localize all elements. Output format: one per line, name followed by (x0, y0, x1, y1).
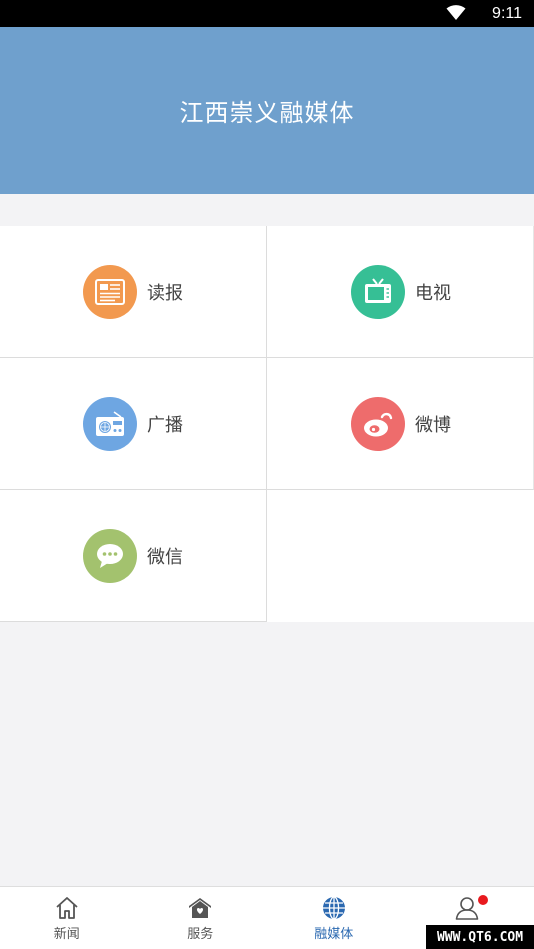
tv-icon (351, 264, 405, 319)
grid-item-label: 广播 (147, 414, 183, 436)
tab-label: 融媒体 (314, 927, 354, 942)
grid-item-label: 微博 (415, 414, 451, 436)
grid-item-tv[interactable]: 电视 (267, 226, 534, 358)
media-grid: 读报 电视 广播 微博 微信 (0, 226, 534, 622)
grid-item-label: 微信 (147, 546, 183, 568)
grid-item-wechat[interactable]: 微信 (0, 490, 267, 622)
app-header: 江西崇义融媒体 (0, 27, 534, 194)
globe-icon (322, 896, 345, 920)
tab-media[interactable]: 融媒体 (267, 887, 401, 949)
grid-row: 微信 (0, 490, 534, 622)
notification-badge (477, 895, 488, 905)
grid-row: 广播 微博 (0, 358, 534, 490)
newspaper-icon (83, 264, 137, 319)
grid-empty-cell (267, 490, 534, 622)
user-icon (455, 897, 479, 920)
grid-item-weibo[interactable]: 微博 (267, 358, 534, 490)
weibo-icon (351, 396, 405, 451)
status-bar: 9:11 (0, 0, 534, 27)
status-time: 9:11 (492, 5, 522, 22)
tab-label: 新闻 (53, 927, 80, 942)
grid-item-radio[interactable]: 广播 (0, 358, 267, 490)
home-icon (56, 897, 78, 919)
grid-row: 读报 电视 (0, 226, 534, 358)
grid-item-label: 读报 (147, 282, 183, 304)
page-title: 江西崇义融媒体 (179, 99, 355, 127)
wifi-icon (446, 5, 466, 21)
service-house-icon (189, 898, 212, 918)
tab-label: 服务 (187, 927, 214, 942)
tab-service[interactable]: 服务 (134, 887, 268, 949)
grid-item-newspaper[interactable]: 读报 (0, 226, 267, 358)
watermark: WWW.QT6.COM (426, 925, 534, 949)
grid-item-label: 电视 (415, 282, 451, 304)
radio-icon (83, 396, 137, 451)
wechat-icon (83, 528, 137, 583)
tab-news[interactable]: 新闻 (0, 887, 134, 949)
